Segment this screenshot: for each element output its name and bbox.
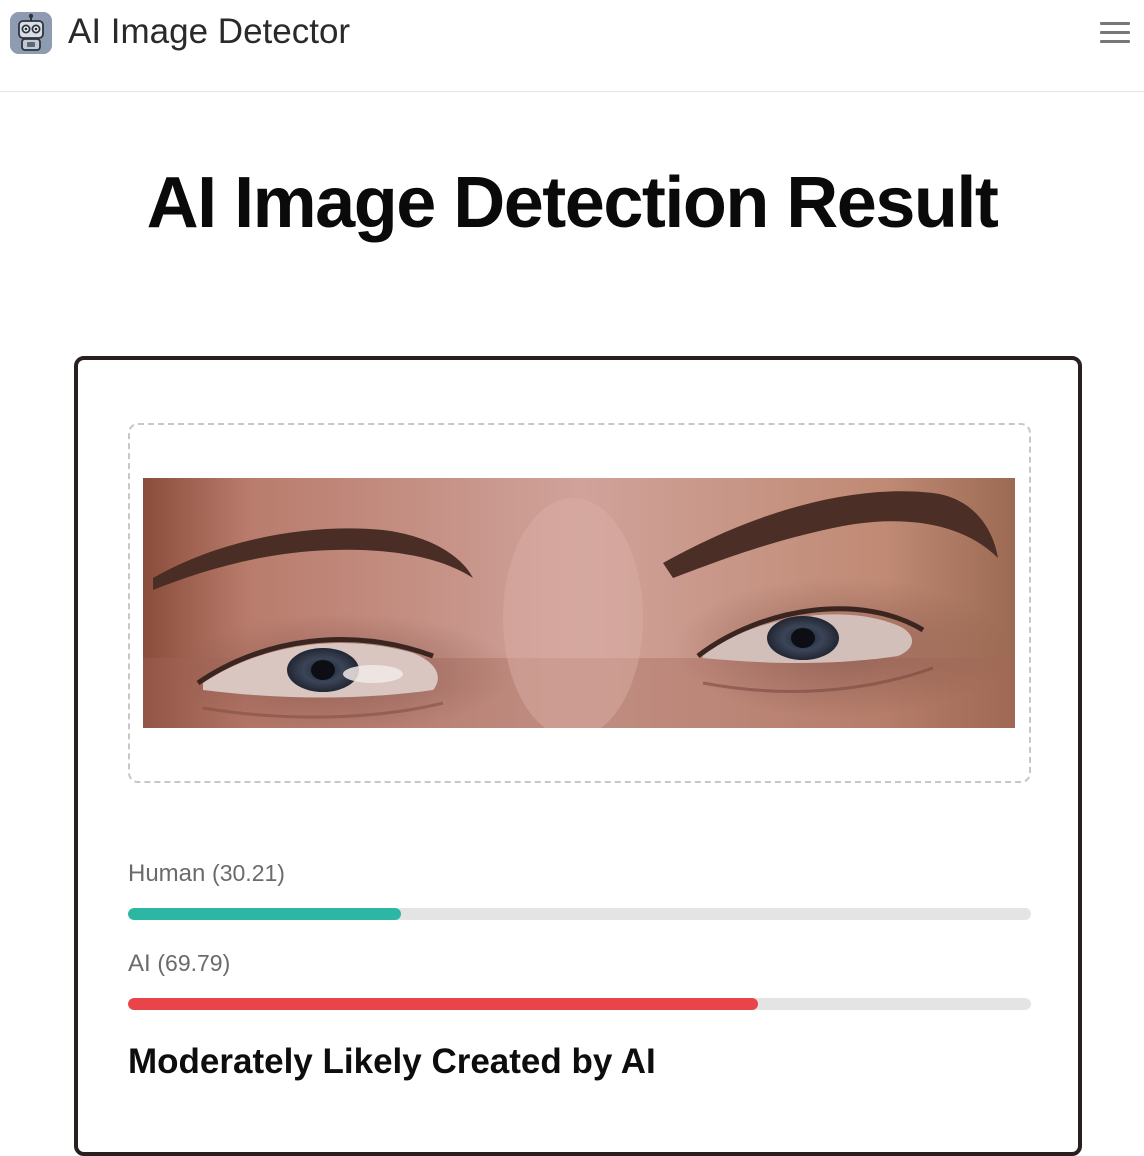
image-preview-frame [128,423,1031,783]
ai-label-text: AI [128,950,151,977]
ai-score-number: 69.79 [165,950,223,976]
ai-score-bar-fill [128,998,759,1010]
page-title: AI Image Detection Result [146,163,999,243]
uploaded-image [143,478,1015,728]
human-label-text: Human [128,860,206,887]
ai-score-bar [128,998,1031,1010]
human-score-bar-fill [128,908,401,920]
app-title[interactable]: AI Image Detector [68,10,350,54]
ai-score-value: (69.79) [157,950,231,976]
human-score-number: 30.21 [219,860,278,886]
ai-score-label: AI (69.79) [128,950,230,978]
human-score-bar [128,908,1031,920]
hamburger-menu-icon[interactable] [1096,18,1130,48]
human-score-value: (30.21) [212,860,285,886]
result-card: Human (30.21) AI (69.79) Moderately Like… [74,356,1082,1156]
human-score-label: Human (30.21) [128,860,285,888]
robot-icon[interactable] [10,12,52,54]
top-navbar: AI Image Detector [0,0,1144,92]
verdict-text: Moderately Likely Created by AI [128,1042,656,1081]
